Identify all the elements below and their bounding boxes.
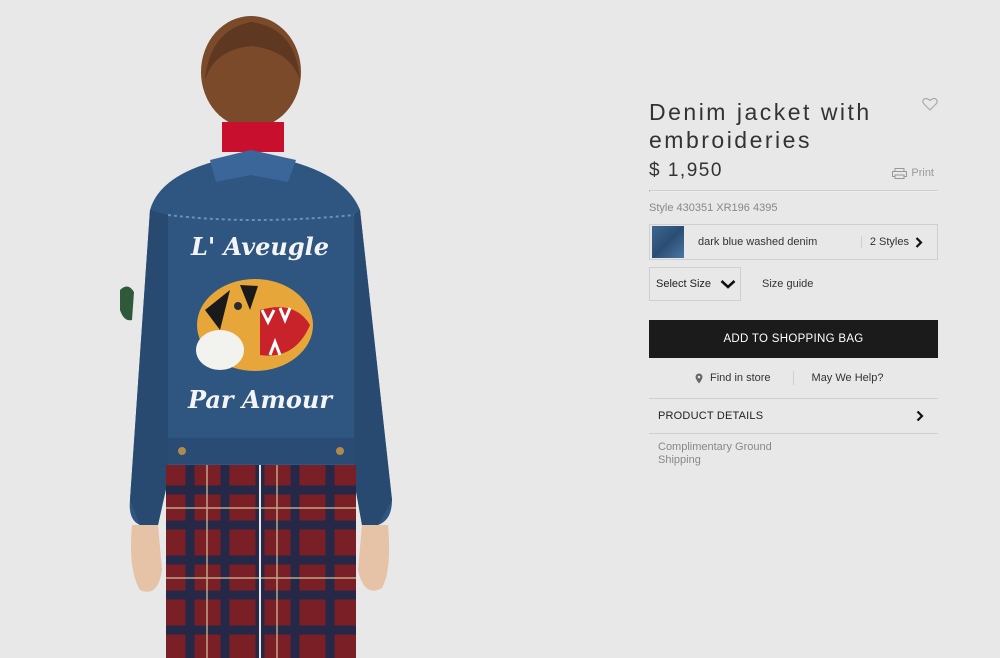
price-row: $ 1,950 Print	[649, 160, 938, 190]
find-in-store-label: Find in store	[710, 372, 771, 384]
embroidery-top-text: L' Aveugle	[190, 232, 329, 261]
product-details-label: PRODUCT DETAILS	[658, 410, 764, 422]
heart-icon[interactable]	[922, 97, 938, 111]
divider	[649, 190, 938, 192]
may-we-help-link[interactable]: May We Help?	[812, 372, 884, 384]
size-select-label: Select Size	[656, 278, 712, 290]
style-code: Style 430351 XR196 4395	[649, 202, 778, 214]
printer-icon	[892, 167, 908, 179]
product-detail-panel: Denim jacket with embroideries $ 1,950 P…	[649, 95, 938, 467]
print-label: Print	[911, 167, 934, 179]
color-name: dark blue washed denim	[698, 236, 818, 248]
shipping-note: Complimentary Ground Shipping	[658, 441, 772, 466]
size-select[interactable]: Select Size	[649, 267, 741, 301]
help-row: Find in store May We Help?	[649, 358, 938, 398]
product-price: $ 1,950	[649, 160, 723, 181]
color-selector[interactable]: dark blue washed denim 2 Styles	[649, 224, 938, 260]
product-image: L' Aveugle Par Amour	[110, 10, 410, 658]
chevron-down-icon	[720, 280, 736, 289]
add-to-bag-button[interactable]: ADD TO SHOPPING BAG	[649, 320, 938, 358]
size-row: Select Size Size guide	[649, 267, 938, 301]
color-swatch	[652, 226, 684, 258]
size-guide-link[interactable]: Size guide	[762, 278, 813, 290]
styles-label: 2 Styles	[869, 236, 909, 248]
product-details-toggle[interactable]: PRODUCT DETAILS	[649, 398, 938, 434]
find-in-store-link[interactable]: Find in store	[695, 372, 771, 384]
chevron-right-icon	[916, 410, 924, 422]
separator	[792, 371, 794, 385]
product-title: Denim jacket with embroideries	[649, 99, 872, 153]
location-pin-icon	[695, 373, 703, 383]
embroidery-bottom-text: Par Amour	[187, 385, 334, 414]
styles-link[interactable]: 2 Styles	[860, 236, 923, 248]
print-button[interactable]: Print	[892, 167, 934, 179]
chevron-right-icon	[915, 236, 923, 248]
